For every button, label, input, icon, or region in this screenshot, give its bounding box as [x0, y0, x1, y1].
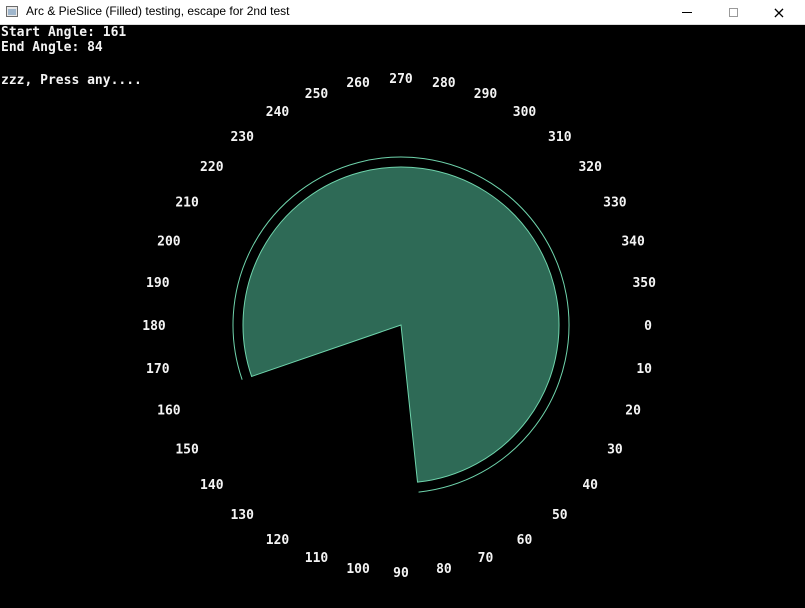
- angle-label-270: 270: [389, 72, 413, 87]
- angle-label-240: 240: [266, 105, 290, 120]
- angle-label-10: 10: [636, 362, 652, 377]
- angle-label-350: 350: [632, 276, 656, 291]
- app-icon: [6, 6, 18, 17]
- minimize-button[interactable]: [664, 0, 710, 25]
- title-bar[interactable]: Arc & PieSlice (Filled) testing, escape …: [0, 0, 805, 25]
- angle-label-0: 0: [644, 319, 652, 334]
- angle-label-190: 190: [146, 276, 170, 291]
- angle-label-90: 90: [393, 566, 409, 581]
- angle-label-100: 100: [346, 562, 370, 577]
- angle-label-30: 30: [607, 443, 623, 458]
- angle-label-300: 300: [513, 105, 537, 120]
- angle-label-260: 260: [346, 76, 370, 91]
- angle-label-130: 130: [230, 508, 254, 523]
- close-icon: ×: [772, 2, 786, 22]
- window-title: Arc & PieSlice (Filled) testing, escape …: [26, 4, 290, 18]
- maximize-icon: [728, 8, 738, 17]
- angle-label-150: 150: [175, 443, 199, 458]
- angle-label-320: 320: [578, 160, 602, 175]
- angle-label-160: 160: [157, 404, 181, 419]
- angle-label-180: 180: [142, 319, 166, 334]
- angle-label-310: 310: [548, 130, 572, 145]
- minimize-icon: [682, 12, 692, 13]
- angle-label-280: 280: [432, 76, 456, 91]
- angle-label-330: 330: [603, 196, 627, 211]
- angle-label-170: 170: [146, 362, 170, 377]
- maximize-button[interactable]: [710, 0, 756, 25]
- angle-label-80: 80: [436, 562, 452, 577]
- angle-label-60: 60: [517, 533, 533, 548]
- angle-label-220: 220: [200, 160, 224, 175]
- console-canvas: Start Angle: 161 End Angle: 84 zzz, Pres…: [0, 25, 805, 608]
- angle-label-340: 340: [621, 235, 645, 250]
- angle-label-120: 120: [266, 533, 290, 548]
- angle-label-140: 140: [200, 478, 224, 493]
- angle-label-70: 70: [478, 551, 494, 566]
- angle-labels: 0 10 20 30 40 50 60 70 80 90 100 110 120 130 140 150 160…: [142, 72, 656, 581]
- angle-label-200: 200: [157, 235, 181, 250]
- angle-label-50: 50: [552, 508, 568, 523]
- close-button[interactable]: ×: [756, 0, 802, 25]
- angle-label-230: 230: [230, 130, 254, 145]
- angle-dial: 0 10 20 30 40 50 60 70 80 90 100 110 120 130 140 150 160…: [142, 72, 656, 581]
- angle-label-290: 290: [474, 87, 498, 102]
- angle-label-40: 40: [582, 478, 598, 493]
- pie-slice: [242, 166, 560, 483]
- angle-label-210: 210: [175, 196, 199, 211]
- angle-label-110: 110: [305, 551, 329, 566]
- angle-label-250: 250: [305, 87, 329, 102]
- angle-label-20: 20: [625, 404, 641, 419]
